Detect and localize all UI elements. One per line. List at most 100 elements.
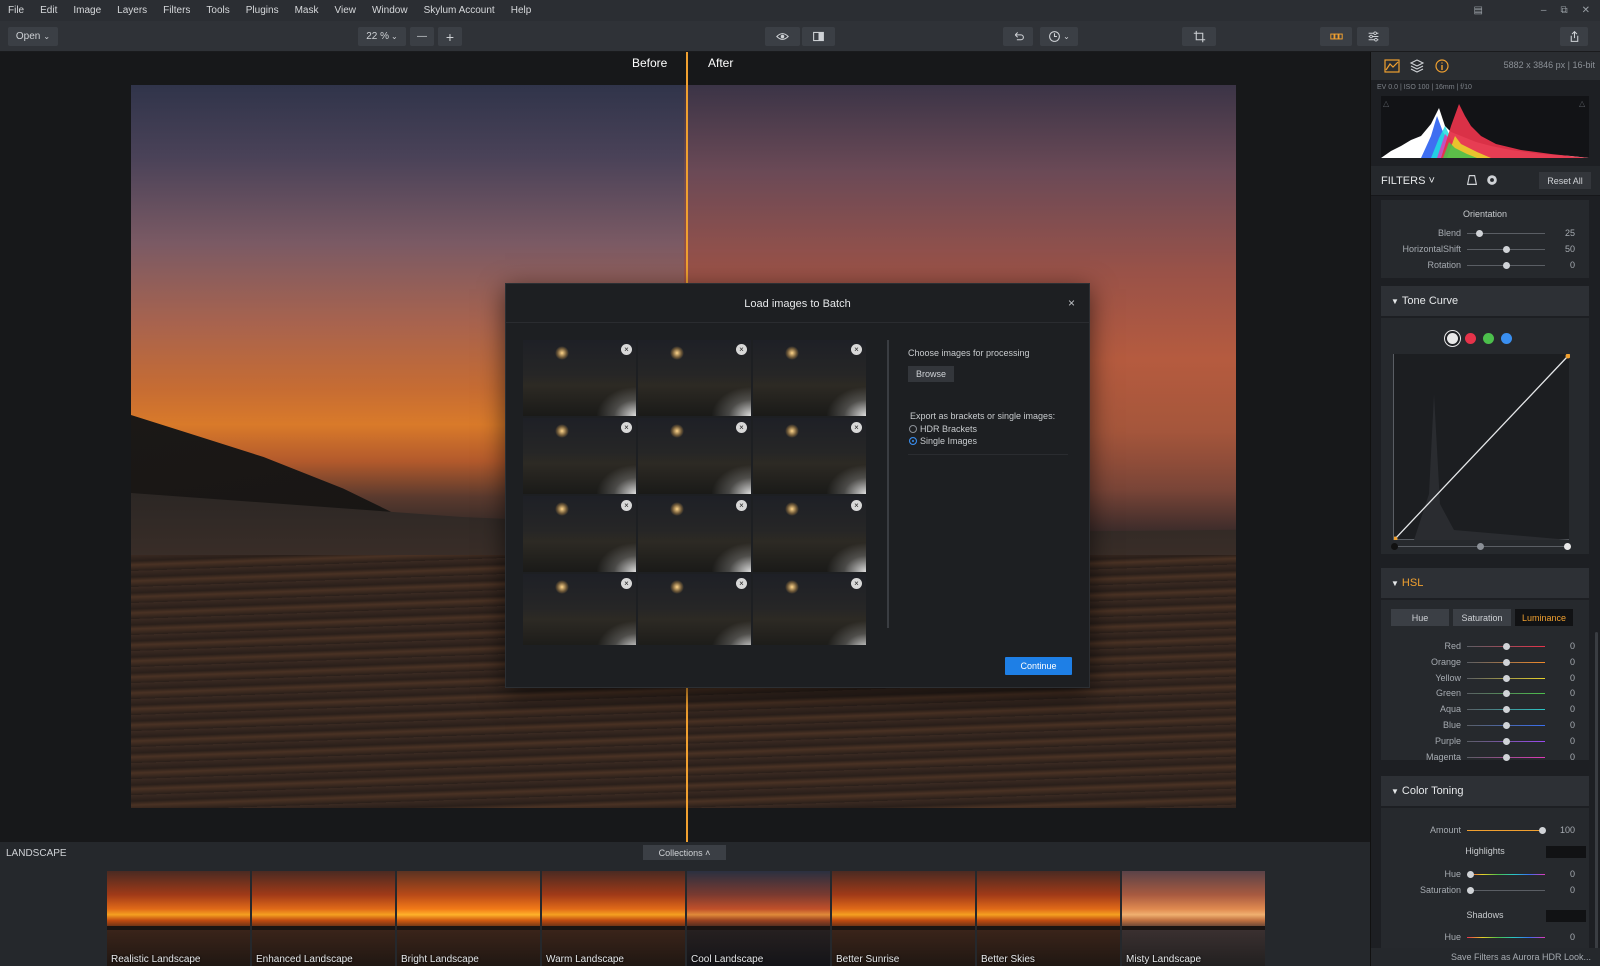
remove-thumbnail-icon[interactable]: × xyxy=(851,422,862,433)
slider-knob[interactable] xyxy=(1503,706,1510,714)
zoom-select[interactable]: 22 % ⌄ xyxy=(358,27,406,46)
slider-knob[interactable] xyxy=(1503,658,1510,666)
menu-window[interactable]: Window xyxy=(364,0,416,21)
preset-thumbnail[interactable]: Warm Landscape xyxy=(542,871,685,966)
reset-all-button[interactable]: Reset All xyxy=(1539,172,1591,189)
zoom-out-button[interactable]: — xyxy=(410,27,434,46)
menu-file[interactable]: File xyxy=(0,0,32,21)
thumbnail[interactable]: × xyxy=(638,496,751,572)
slider-knob[interactable] xyxy=(1503,246,1510,253)
midpoint-handle[interactable] xyxy=(1477,543,1484,550)
hsl-slider-aqua[interactable]: Aqua 0 xyxy=(1381,702,1589,718)
browse-button[interactable]: Browse xyxy=(908,366,954,382)
shadows-color-swatch[interactable] xyxy=(1546,910,1586,922)
open-button[interactable]: Open ⌄ xyxy=(8,27,58,46)
hsl-slider-purple[interactable]: Purple 0 xyxy=(1381,734,1589,750)
slider-knob[interactable] xyxy=(1467,871,1474,878)
highlights-hue-slider[interactable]: Hue 0 xyxy=(1381,867,1589,883)
collections-button[interactable]: Collections ˄ xyxy=(643,845,726,860)
remove-thumbnail-icon[interactable]: × xyxy=(851,578,862,589)
slider-knob[interactable] xyxy=(1467,887,1474,894)
radio-single-images[interactable]: Single Images xyxy=(909,436,977,446)
remove-thumbnail-icon[interactable]: × xyxy=(736,500,747,511)
channel-blue-dot[interactable] xyxy=(1501,333,1512,344)
workspace-icon[interactable] xyxy=(1465,173,1479,187)
color-toning-header[interactable]: ▼ Color Toning xyxy=(1381,776,1589,806)
menu-skylum-account[interactable]: Skylum Account xyxy=(416,0,503,21)
menu-view[interactable]: View xyxy=(326,0,364,21)
menu-plugins[interactable]: Plugins xyxy=(238,0,287,21)
menu-layers[interactable]: Layers xyxy=(109,0,155,21)
histogram-icon[interactable] xyxy=(1384,58,1400,74)
hsl-slider-magenta[interactable]: Magenta 0 xyxy=(1381,750,1589,766)
thumbnail[interactable]: × xyxy=(753,340,866,416)
channel-green-dot[interactable] xyxy=(1483,333,1494,344)
preset-thumbnail[interactable]: Misty Landscape xyxy=(1122,871,1265,966)
radio-hdr-brackets[interactable]: HDR Brackets xyxy=(909,424,977,434)
hsl-tab-hue[interactable]: Hue xyxy=(1391,609,1449,626)
minimize-icon[interactable]: – xyxy=(1541,5,1547,16)
presets-toggle-button[interactable] xyxy=(1320,27,1352,46)
preset-thumbnail[interactable]: Better Skies xyxy=(977,871,1120,966)
thumbnail-scrollbar[interactable] xyxy=(887,340,889,628)
remove-thumbnail-icon[interactable]: × xyxy=(736,344,747,355)
preset-thumbnail[interactable]: Realistic Landscape xyxy=(107,871,250,966)
menu-tools[interactable]: Tools xyxy=(198,0,237,21)
preset-thumbnail[interactable]: Bright Landscape xyxy=(397,871,540,966)
thumbnail[interactable]: × xyxy=(523,574,636,645)
menu-filters[interactable]: Filters xyxy=(155,0,198,21)
share-button[interactable] xyxy=(1560,27,1588,46)
thumbnail[interactable]: × xyxy=(523,496,636,572)
remove-thumbnail-icon[interactable]: × xyxy=(851,344,862,355)
slider-knob[interactable] xyxy=(1476,230,1483,237)
hsl-header[interactable]: ▼ HSL xyxy=(1381,568,1589,598)
compare-button[interactable] xyxy=(802,27,835,46)
black-point-handle[interactable] xyxy=(1391,543,1398,550)
crop-button[interactable] xyxy=(1182,27,1216,46)
shadows-hue-slider[interactable]: Hue 0 xyxy=(1381,930,1589,942)
slider-knob[interactable] xyxy=(1503,737,1510,745)
preset-thumbnail[interactable]: Cool Landscape xyxy=(687,871,830,966)
remove-thumbnail-icon[interactable]: × xyxy=(621,344,632,355)
close-icon[interactable]: × xyxy=(1068,296,1075,310)
channel-rgb-dot[interactable] xyxy=(1447,333,1458,344)
notification-icon[interactable]: ▤ xyxy=(1473,5,1482,16)
remove-thumbnail-icon[interactable]: × xyxy=(736,578,747,589)
adjustments-toggle-button[interactable] xyxy=(1357,27,1389,46)
menu-image[interactable]: Image xyxy=(65,0,109,21)
zoom-in-button[interactable]: + xyxy=(438,27,462,46)
remove-thumbnail-icon[interactable]: × xyxy=(736,422,747,433)
highlights-saturation-slider[interactable]: Saturation 0 xyxy=(1381,883,1589,899)
slider-knob[interactable] xyxy=(1539,827,1546,834)
slider-knob[interactable] xyxy=(1503,262,1510,269)
white-point-handle[interactable] xyxy=(1564,543,1571,550)
menu-help[interactable]: Help xyxy=(503,0,540,21)
menu-mask[interactable]: Mask xyxy=(287,0,327,21)
hsl-tab-luminance[interactable]: Luminance xyxy=(1515,609,1573,626)
slider-knob[interactable] xyxy=(1503,643,1510,650)
channel-red-dot[interactable] xyxy=(1465,333,1476,344)
layers-icon[interactable] xyxy=(1409,58,1425,74)
orientation-slider-horizontalshift[interactable]: HorizontalShift 50 xyxy=(1381,242,1589,258)
hsl-slider-red[interactable]: Red 0 xyxy=(1381,639,1589,655)
thumbnail[interactable]: × xyxy=(638,574,751,645)
preset-thumbnail[interactable]: Better Sunrise xyxy=(832,871,975,966)
amount-slider[interactable]: Amount 100 xyxy=(1381,823,1589,839)
filters-dropdown[interactable]: FILTERS ˅ xyxy=(1381,175,1435,187)
preview-button[interactable] xyxy=(765,27,800,46)
hsl-tab-saturation[interactable]: Saturation xyxy=(1453,609,1511,626)
preset-thumbnail[interactable]: Enhanced Landscape xyxy=(252,871,395,966)
menu-edit[interactable]: Edit xyxy=(32,0,65,21)
slider-knob[interactable] xyxy=(1503,674,1510,682)
thumbnail[interactable]: × xyxy=(753,496,866,572)
thumbnail[interactable]: × xyxy=(523,340,636,416)
thumbnail[interactable]: × xyxy=(753,418,866,494)
highlights-color-swatch[interactable] xyxy=(1546,846,1586,858)
continue-button[interactable]: Continue xyxy=(1005,657,1072,675)
gear-icon[interactable] xyxy=(1485,173,1499,187)
remove-thumbnail-icon[interactable]: × xyxy=(621,422,632,433)
panel-scrollbar[interactable] xyxy=(1595,632,1598,952)
tone-curve-header[interactable]: ▼ Tone Curve xyxy=(1381,286,1589,316)
slider-knob[interactable] xyxy=(1503,722,1510,729)
thumbnail[interactable]: × xyxy=(523,418,636,494)
